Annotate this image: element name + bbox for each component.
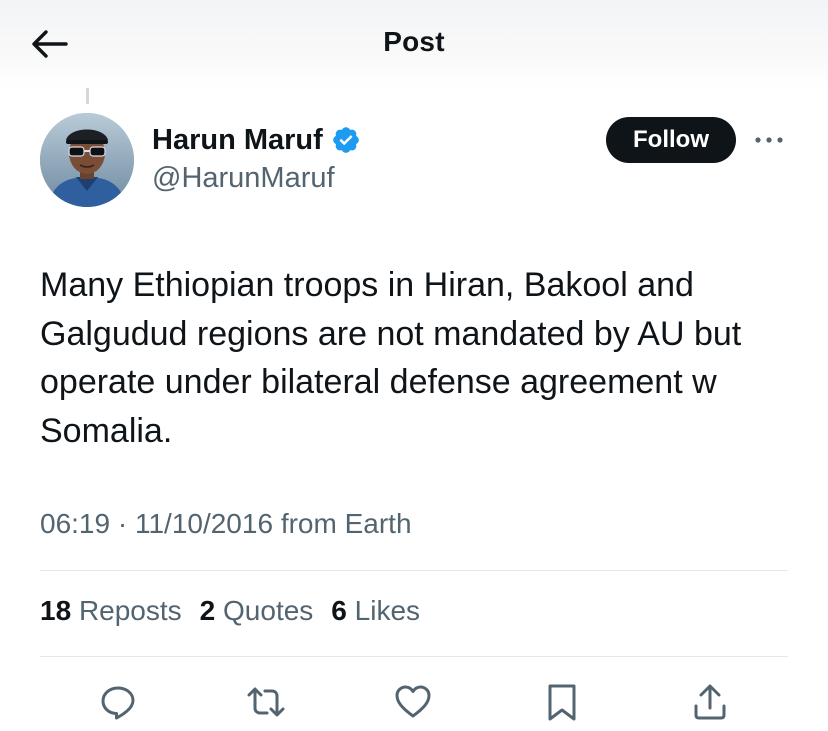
bookmark-icon xyxy=(542,682,582,727)
verified-badge-icon[interactable] xyxy=(331,125,361,155)
more-horizontal-icon xyxy=(752,137,786,156)
separator-dot: · xyxy=(117,508,128,539)
follow-button[interactable]: Follow xyxy=(606,117,736,163)
repost-icon xyxy=(245,682,287,727)
tweet-source: from Earth xyxy=(280,508,412,539)
author-name-row[interactable]: Harun Maruf xyxy=(152,122,361,158)
top-bar: Post xyxy=(0,0,828,88)
share-icon xyxy=(690,682,730,727)
reposts-stat[interactable]: 18 Reposts xyxy=(40,595,182,627)
tweet-text: Many Ethiopian troops in Hiran, Bakool a… xyxy=(40,266,742,451)
avatar[interactable] xyxy=(40,113,134,207)
heart-icon xyxy=(393,682,433,727)
engagement-stats: 18 Reposts 2 Quotes 6 Likes xyxy=(40,595,420,627)
timestamp-row: 06:19 · 11/10/2016 from Earth xyxy=(40,508,412,540)
repost-button[interactable] xyxy=(246,684,286,724)
likes-label: Likes xyxy=(354,595,421,626)
like-button[interactable] xyxy=(393,684,433,724)
likes-stat[interactable]: 6 Likes xyxy=(331,595,420,627)
divider xyxy=(40,656,788,657)
author-handle[interactable]: @HarunMaruf xyxy=(152,162,335,195)
display-name[interactable]: Harun Maruf xyxy=(152,124,323,157)
quotes-label: Quotes xyxy=(223,595,314,626)
reposts-count: 18 xyxy=(40,595,72,626)
tweet-date[interactable]: 11/10/2016 xyxy=(135,508,273,539)
more-options-button[interactable] xyxy=(752,128,786,152)
quotes-count: 2 xyxy=(199,595,216,626)
share-button[interactable] xyxy=(690,684,730,724)
divider xyxy=(40,570,788,571)
reply-icon xyxy=(98,682,138,727)
page-title: Post xyxy=(383,26,445,57)
reply-button[interactable] xyxy=(98,684,138,724)
quotes-stat[interactable]: 2 Quotes xyxy=(200,595,314,627)
likes-count: 6 xyxy=(331,595,347,626)
reposts-label: Reposts xyxy=(78,595,182,626)
tweet-time[interactable]: 06:19 xyxy=(40,508,110,539)
thread-connector-line xyxy=(86,88,89,104)
bookmark-button[interactable] xyxy=(542,684,582,724)
